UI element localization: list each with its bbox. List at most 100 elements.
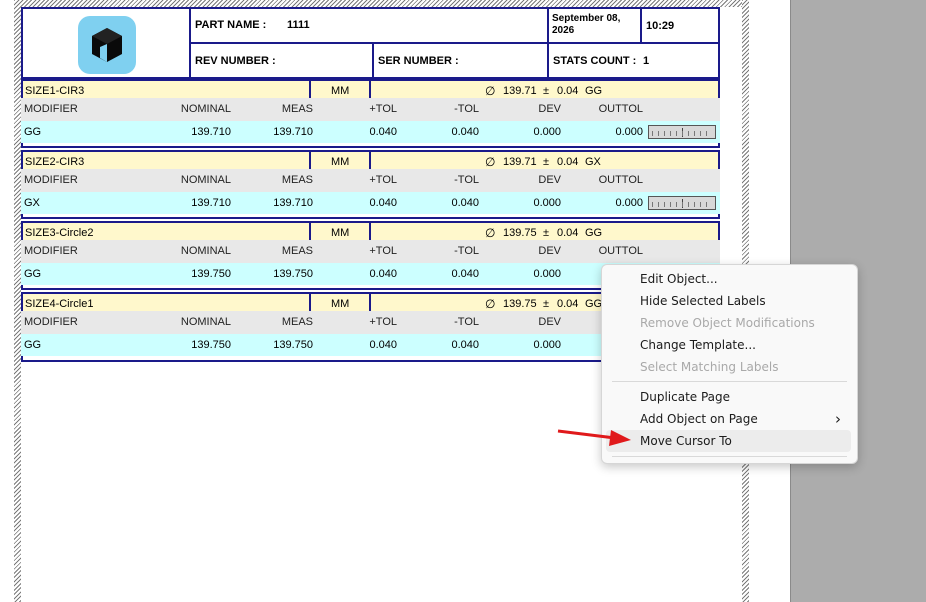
dimension-value: 139.71	[503, 156, 537, 168]
col-meas: MEAS	[281, 103, 313, 115]
feature-name-cell: SIZE3-Circle2	[21, 221, 311, 242]
cell-minus-tol: 0.040	[451, 339, 479, 351]
company-logo-icon	[78, 16, 136, 74]
stats-count-value: 1	[643, 55, 650, 67]
measurement-table: MODIFIER NOMINAL MEAS +TOL -TOL DEV OUTT…	[21, 169, 720, 219]
column-header-row: MODIFIER NOMINAL MEAS +TOL -TOL DEV OUTT…	[21, 98, 720, 121]
plus-minus-icon: ±	[543, 156, 550, 168]
menu-item-duplicate-page[interactable]: Duplicate Page	[606, 386, 851, 408]
menu-item-add-object-on-page[interactable]: Add Object on Page ›	[606, 408, 851, 430]
feature-name: SIZE3-Circle2	[25, 227, 94, 239]
column-header-row: MODIFIER NOMINAL MEAS +TOL -TOL DEV OUTT…	[21, 240, 720, 263]
cell-minus-tol: 0.040	[451, 126, 479, 138]
col-dev: DEV	[538, 245, 561, 257]
col-dev: DEV	[538, 174, 561, 186]
col-minus-tol: -TOL	[454, 174, 479, 186]
cell-minus-tol: 0.040	[451, 197, 479, 209]
time-cell: 10:29	[640, 7, 720, 44]
col-plus-tol: +TOL	[369, 174, 397, 186]
col-outtol: OUTTOL	[598, 103, 643, 115]
cell-plus-tol: 0.040	[369, 268, 397, 280]
time-value: 10:29	[646, 20, 675, 32]
dimension-value: 139.75	[503, 227, 537, 239]
tolerance-value: 0.04	[557, 298, 579, 310]
col-dev: DEV	[538, 316, 561, 328]
col-minus-tol: -TOL	[454, 245, 479, 257]
cell-nominal: 139.750	[191, 268, 231, 280]
menu-item-remove-object-modifications[interactable]: Remove Object Modifications	[606, 312, 851, 334]
feature-name: SIZE2-CIR3	[25, 156, 85, 168]
chevron-right-icon: ›	[835, 410, 841, 428]
tolerance-value: 0.04	[557, 227, 579, 239]
unit-cell: MM	[309, 79, 371, 100]
dimension-cell: ∅ 139.71 ± 0.04 GG	[369, 79, 720, 100]
menu-item-edit-object[interactable]: Edit Object...	[606, 268, 851, 290]
cell-modifier: GX	[24, 197, 40, 209]
measurement-table: MODIFIER NOMINAL MEAS +TOL -TOL DEV OUTT…	[21, 98, 720, 148]
plus-minus-icon: ±	[543, 227, 550, 239]
dimension-value: 139.75	[503, 298, 537, 310]
stats-count-label: STATS COUNT :	[553, 55, 637, 67]
dimension-value: 139.71	[503, 85, 537, 97]
col-modifier: MODIFIER	[24, 103, 78, 115]
cell-nominal: 139.710	[191, 197, 231, 209]
cell-dev: 0.000	[533, 197, 561, 209]
cell-modifier: GG	[24, 339, 42, 351]
cell-meas: 139.750	[273, 339, 313, 351]
tolerance-gauge-icon	[648, 125, 716, 139]
plus-minus-icon: ±	[543, 85, 550, 97]
diameter-icon: ∅	[485, 226, 496, 240]
menu-item-move-cursor-to[interactable]: Move Cursor To	[606, 430, 851, 452]
unit-cell: MM	[309, 221, 371, 242]
cell-minus-tol: 0.040	[451, 268, 479, 280]
dimension-modifier: GG	[585, 227, 603, 239]
menu-separator	[612, 456, 847, 457]
data-row[interactable]: GX 139.710 139.710 0.040 0.040 0.000 0.0…	[21, 192, 720, 214]
col-outtol: OUTTOL	[598, 174, 643, 186]
part-name-cell: PART NAME : 1111	[189, 7, 549, 44]
context-menu[interactable]: Edit Object... Hide Selected Labels Remo…	[601, 264, 858, 464]
diameter-icon: ∅	[485, 84, 496, 98]
menu-item-select-matching-labels[interactable]: Select Matching Labels	[606, 356, 851, 378]
cell-meas: 139.710	[273, 126, 313, 138]
dimension-modifier: GX	[585, 156, 601, 168]
unit-label: MM	[331, 298, 350, 310]
part-name-value: 1111	[287, 19, 310, 31]
col-plus-tol: +TOL	[369, 316, 397, 328]
col-meas: MEAS	[281, 174, 313, 186]
col-modifier: MODIFIER	[24, 245, 78, 257]
ser-number-label: SER NUMBER :	[378, 55, 459, 67]
data-row[interactable]: GG 139.710 139.710 0.040 0.040 0.000 0.0…	[21, 121, 720, 143]
col-outtol: OUTTOL	[598, 245, 643, 257]
plus-minus-icon: ±	[543, 298, 550, 310]
diameter-icon: ∅	[485, 297, 496, 311]
cell-plus-tol: 0.040	[369, 126, 397, 138]
col-minus-tol: -TOL	[454, 316, 479, 328]
stats-count-cell: STATS COUNT : 1	[547, 42, 720, 79]
col-nominal: NOMINAL	[180, 174, 231, 186]
unit-cell: MM	[309, 150, 371, 171]
cell-meas: 139.750	[273, 268, 313, 280]
col-minus-tol: -TOL	[454, 103, 479, 115]
cell-outtol: 0.000	[615, 197, 643, 209]
col-meas: MEAS	[281, 316, 313, 328]
col-modifier: MODIFIER	[24, 174, 78, 186]
column-header-row: MODIFIER NOMINAL MEAS +TOL -TOL DEV OUTT…	[21, 169, 720, 192]
page-border-left	[14, 0, 21, 602]
menu-item-hide-selected-labels[interactable]: Hide Selected Labels	[606, 290, 851, 312]
cell-modifier: GG	[24, 268, 42, 280]
menu-item-label: Add Object on Page	[640, 412, 758, 426]
cell-dev: 0.000	[533, 339, 561, 351]
feature-name: SIZE4-Circle1	[25, 298, 94, 310]
unit-label: MM	[331, 227, 350, 239]
diameter-icon: ∅	[485, 155, 496, 169]
rev-number-label: REV NUMBER :	[195, 55, 276, 67]
menu-item-change-template[interactable]: Change Template...	[606, 334, 851, 356]
dimension-cell: ∅ 139.71 ± 0.04 GX	[369, 150, 720, 171]
date-line2: 2026	[552, 25, 575, 36]
rev-number-cell: REV NUMBER :	[189, 42, 374, 79]
cell-dev: 0.000	[533, 126, 561, 138]
red-arrow-icon	[557, 429, 631, 446]
col-plus-tol: +TOL	[369, 103, 397, 115]
col-nominal: NOMINAL	[180, 103, 231, 115]
